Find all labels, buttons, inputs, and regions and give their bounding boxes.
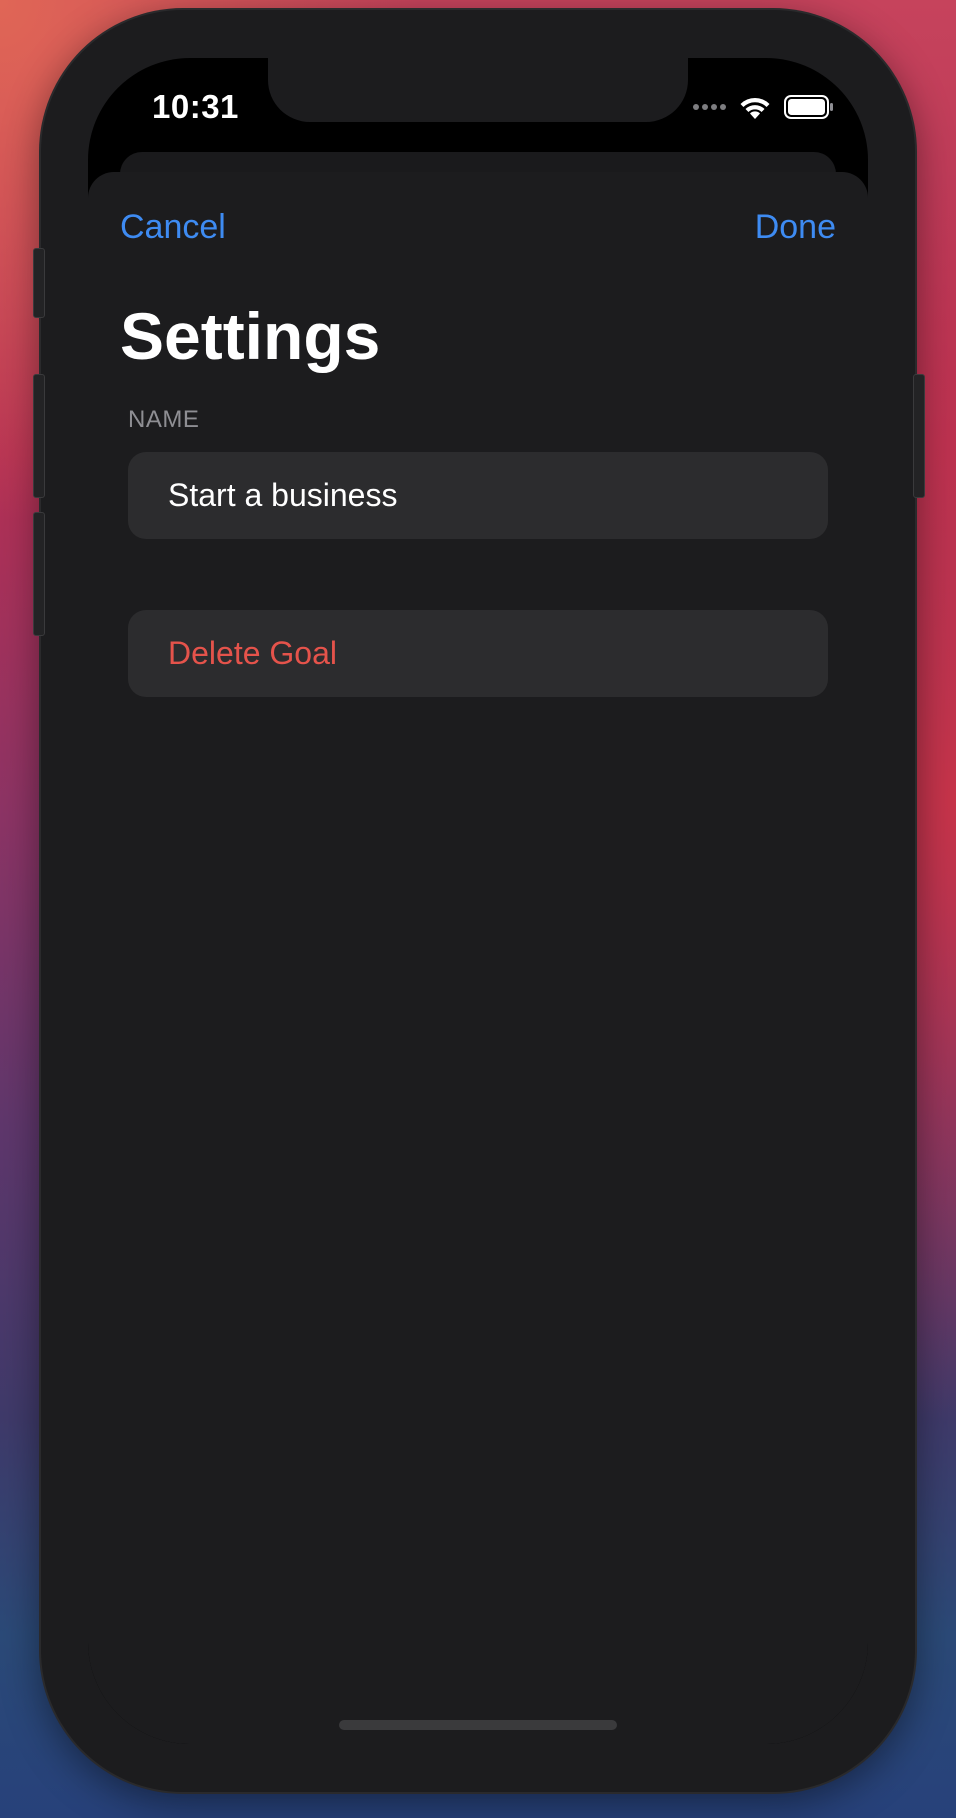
battery-icon bbox=[784, 95, 833, 119]
delete-goal-button[interactable]: Delete Goal bbox=[128, 610, 828, 697]
done-button[interactable]: Done bbox=[755, 208, 836, 247]
settings-sheet: Cancel Done Settings NAME Delete Goal bbox=[88, 172, 868, 1744]
status-icons bbox=[693, 94, 834, 120]
name-section-header: NAME bbox=[128, 406, 200, 433]
volume-up-button bbox=[33, 374, 45, 498]
page-title: Settings bbox=[120, 299, 381, 373]
name-field-container bbox=[128, 452, 828, 539]
signal-dots-icon bbox=[693, 104, 726, 110]
status-time: 10:31 bbox=[152, 88, 239, 125]
notch bbox=[268, 58, 688, 122]
screen: 10:31 Cancel Done Settings NAME Delete G… bbox=[88, 58, 868, 1744]
cancel-button[interactable]: Cancel bbox=[120, 208, 226, 247]
name-input[interactable] bbox=[168, 477, 788, 514]
volume-down-button bbox=[33, 512, 45, 636]
power-button bbox=[913, 374, 925, 498]
silent-switch bbox=[33, 248, 45, 318]
delete-goal-label: Delete Goal bbox=[168, 635, 337, 671]
wifi-icon bbox=[740, 97, 770, 119]
home-indicator[interactable] bbox=[339, 1720, 617, 1730]
